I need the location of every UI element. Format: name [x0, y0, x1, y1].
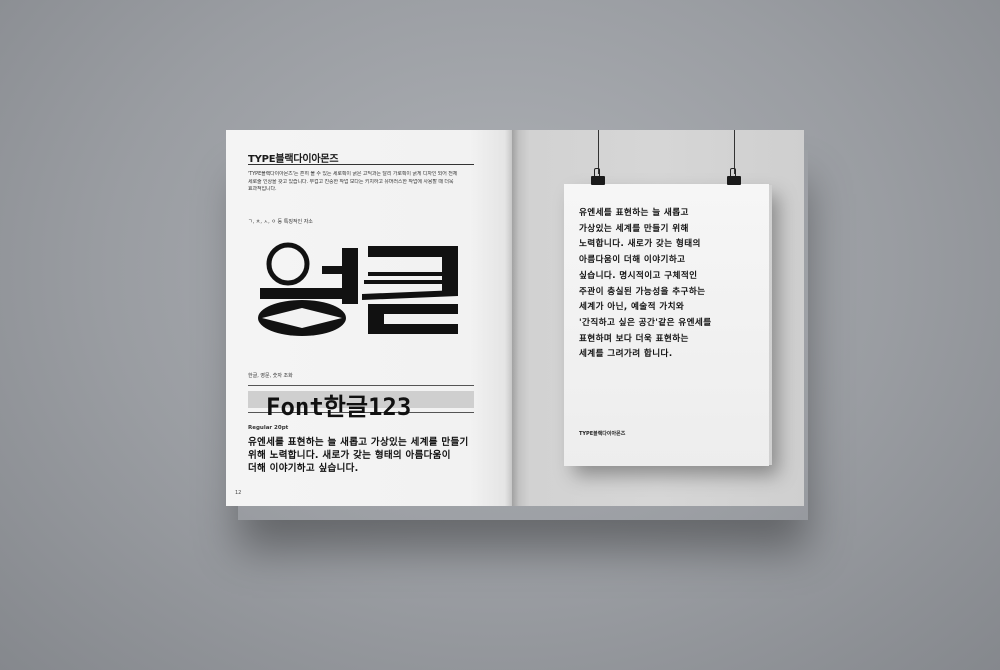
- glyph-circle: [266, 242, 310, 286]
- sample-paragraph: 유엔세를 표현하는 늘 새롭고 가상있는 세계를 만들기 위해 노력합니다. 새…: [248, 436, 478, 475]
- book-gutter: [505, 130, 519, 506]
- right-page: 유엔세를 표현하는 늘 새롭고 가상있는 세계를 만들기 위해 노력합니다. 새…: [512, 130, 804, 506]
- glyph-bar: [368, 324, 458, 334]
- sample-line: 위해 노력합니다. 새로가 갖는 형태의 아름다움이: [248, 450, 451, 461]
- character-note: ㄱ, ㅊ, ㅅ, ㅇ 등 특징적인 자소: [248, 219, 313, 225]
- intro-line: 효과적입니다.: [248, 186, 277, 192]
- poster-line: 세계가 아닌, 예술적 가치와: [579, 302, 685, 313]
- glyph-diagonal: [362, 290, 458, 300]
- sample-line: 유엔세를 표현하는 늘 새롭고 가상있는 세계를 만들기: [248, 437, 469, 448]
- page-title: TYPE블랙다이아몬즈: [248, 154, 339, 165]
- sample-line: 더해 이야기하고 싶습니다.: [248, 463, 359, 474]
- glyph-bar: [368, 272, 444, 276]
- combo-label: 한글, 영문, 숫자 조화: [248, 373, 293, 379]
- poster-line: 아름다움이 더해 이야기하고: [579, 255, 686, 266]
- glyph-bar: [364, 280, 458, 284]
- weight-label: Regular 20pt: [248, 425, 289, 431]
- poster-paragraph: 유엔세를 표현하는 늘 새롭고 가상있는 세계를 만들기 위해 노력합니다. 새…: [579, 206, 763, 363]
- poster-line: 가상있는 세계를 만들기 위해: [579, 223, 689, 234]
- intro-line: 'TYPE블랙다이아몬즈'는 흔히 볼 수 있는 세로획이 굵은 고딕과는 달리…: [248, 171, 458, 177]
- glyph-bar: [322, 266, 344, 274]
- glyph-bar: [342, 248, 358, 304]
- glyph-bar: [442, 246, 458, 294]
- left-page: TYPE블랙다이아몬즈 'TYPE블랙다이아몬즈'는 흔히 볼 수 있는 세로획…: [226, 130, 512, 506]
- intro-line: 세로줄 인상을 갖고 있습니다. 무겁고 진중한 작업 보다는 키치하고 유머러…: [248, 178, 454, 185]
- hanging-poster: 유엔세를 표현하는 늘 새롭고 가상있는 세계를 만들기 위해 노력합니다. 새…: [564, 184, 769, 466]
- poster-line: 싶습니다. 명시적이고 구체적인: [579, 270, 698, 281]
- page-number: 12: [235, 490, 242, 496]
- hero-glyph-art: [258, 242, 458, 336]
- poster-line: 유엔세를 표현하는 늘 새롭고: [579, 208, 689, 218]
- combo-specimen: Font한글123: [266, 393, 412, 421]
- glyph-bar: [260, 288, 342, 299]
- binder-clip-icon: [591, 168, 605, 185]
- title-rule: [248, 164, 474, 165]
- poster-line: 노력합니다. 새로가 갖는 형태의: [579, 239, 701, 250]
- glyph-bar: [368, 304, 458, 314]
- binder-clip-icon: [727, 168, 741, 185]
- intro-paragraph: 'TYPE블랙다이아몬즈'는 흔히 볼 수 있는 세로획이 굵은 고딕과는 달리…: [248, 171, 476, 194]
- poster-line: 표현하며 보다 더욱 표현하는: [579, 333, 689, 344]
- poster-line: '간직하고 싶은 공간'같은 유엔세를: [579, 317, 712, 328]
- poster-line: 세계를 그려가려 합니다.: [579, 349, 673, 360]
- poster-line: 주관이 충실된 가능성을 추구하는: [579, 286, 706, 297]
- poster-label: TYPE블랙다이아몬즈: [579, 431, 626, 437]
